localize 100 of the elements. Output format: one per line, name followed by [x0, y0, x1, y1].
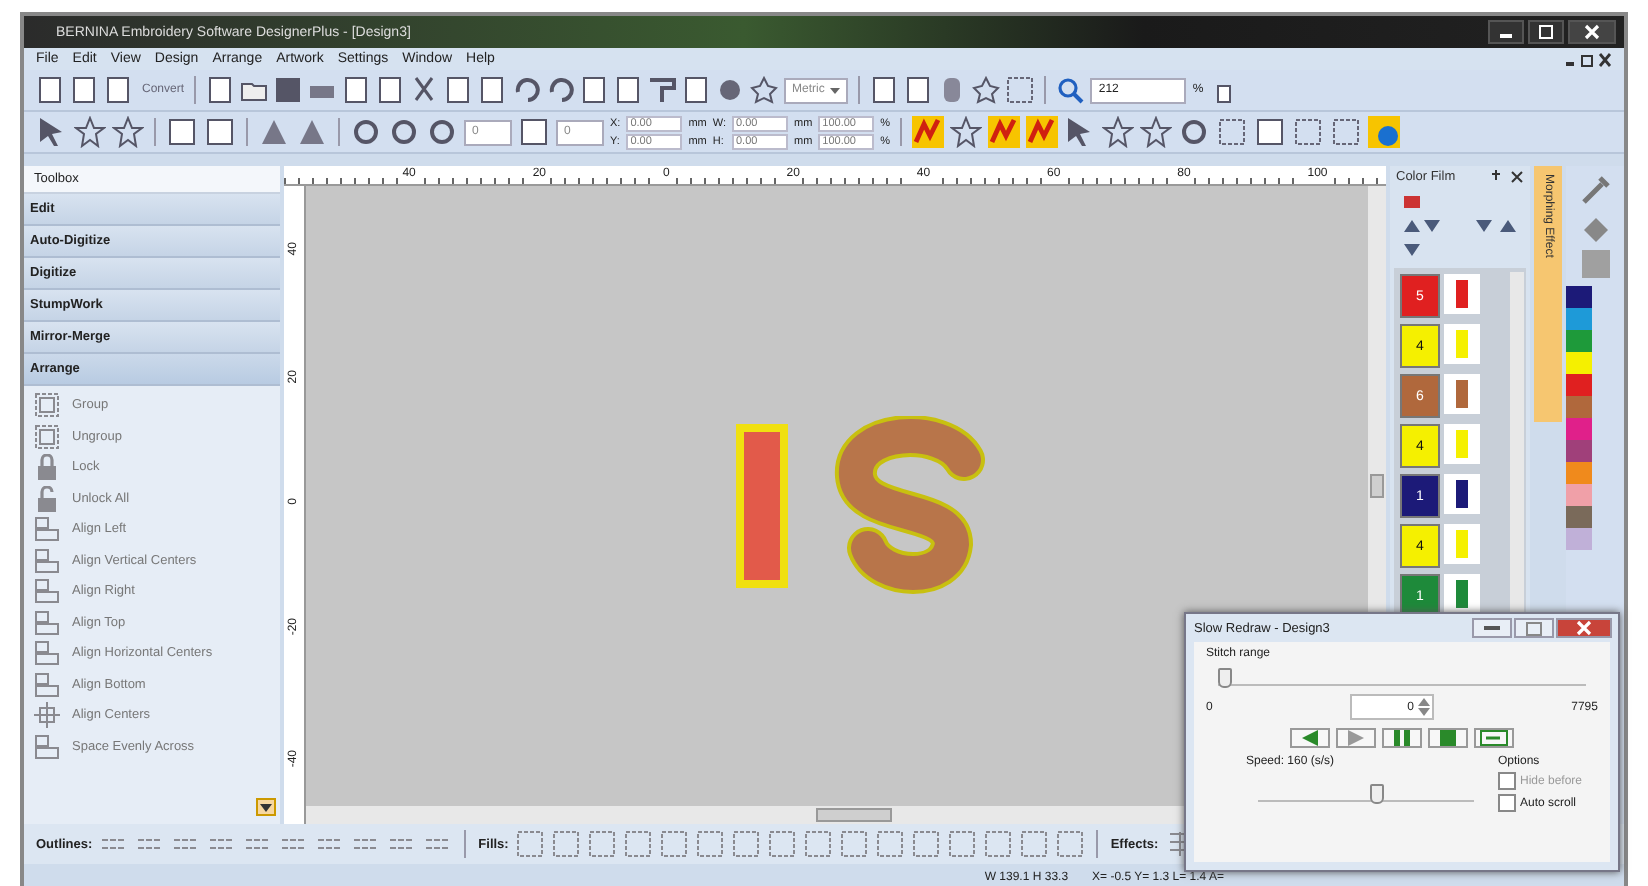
- redraw-all-button[interactable]: [1474, 728, 1514, 748]
- fill-pattern-icon[interactable]: [624, 830, 653, 858]
- page-icon[interactable]: [682, 76, 711, 104]
- palette-color[interactable]: [1566, 374, 1592, 396]
- circle-icon[interactable]: [1178, 116, 1211, 148]
- palette-color[interactable]: [1566, 286, 1592, 308]
- page-icon[interactable]: [614, 76, 643, 104]
- redo-icon[interactable]: [546, 76, 575, 104]
- fill-pattern-icon[interactable]: [1056, 830, 1085, 858]
- outline-style-icon[interactable]: [136, 834, 165, 854]
- page-icon[interactable]: [580, 76, 609, 104]
- play-button[interactable]: [1336, 728, 1376, 748]
- page-icon[interactable]: [1254, 116, 1287, 148]
- page-icon[interactable]: [904, 76, 933, 104]
- fill-pattern-icon[interactable]: [840, 830, 869, 858]
- star-icon[interactable]: [1140, 116, 1173, 148]
- grid-icon[interactable]: [1330, 116, 1363, 148]
- undo-icon[interactable]: [512, 76, 541, 104]
- outline-style-icon[interactable]: [352, 834, 381, 854]
- page-icon[interactable]: [518, 116, 550, 148]
- palette-color[interactable]: [1566, 440, 1592, 462]
- page-icon[interactable]: [70, 76, 98, 104]
- spinner-arrows-icon[interactable]: [1417, 698, 1430, 716]
- object-thumbnail[interactable]: [1444, 374, 1480, 414]
- grid-icon[interactable]: [1292, 116, 1325, 148]
- triangle-icon[interactable]: [296, 116, 328, 148]
- palette-color[interactable]: [1566, 330, 1592, 352]
- maximize-button[interactable]: [1528, 20, 1564, 44]
- object-thumbnail[interactable]: [1444, 424, 1480, 464]
- grid-icon[interactable]: [1006, 76, 1035, 104]
- triangle-icon[interactable]: [258, 116, 290, 148]
- page-icon[interactable]: [204, 116, 236, 148]
- palette-color[interactable]: [1566, 528, 1592, 550]
- outline-style-icon[interactable]: [172, 834, 201, 854]
- star-icon[interactable]: [112, 116, 144, 148]
- grid-icon[interactable]: [1216, 116, 1249, 148]
- page-icon[interactable]: [444, 76, 473, 104]
- slider-thumb[interactable]: [1369, 784, 1384, 804]
- palette-color[interactable]: [1566, 396, 1592, 418]
- close-button[interactable]: [1568, 20, 1616, 44]
- stitch-range-slider[interactable]: [1218, 668, 1586, 686]
- object-thumbnail[interactable]: [1444, 524, 1480, 564]
- pause-button[interactable]: [1382, 728, 1422, 748]
- palette-color[interactable]: [1566, 308, 1592, 330]
- fill-pattern-icon[interactable]: [804, 830, 833, 858]
- fill-pattern-icon[interactable]: [516, 830, 545, 858]
- outline-style-icon[interactable]: [208, 834, 237, 854]
- slider-thumb[interactable]: [1218, 668, 1232, 688]
- page-icon[interactable]: [870, 76, 899, 104]
- star-icon[interactable]: [972, 76, 1001, 104]
- palette-color[interactable]: [1566, 484, 1592, 506]
- speed-slider[interactable]: [1258, 784, 1474, 802]
- stop-button[interactable]: [1428, 728, 1468, 748]
- close-button[interactable]: [1556, 618, 1612, 638]
- fill-pattern-icon[interactable]: [912, 830, 941, 858]
- palette-color[interactable]: [1566, 462, 1592, 484]
- star-icon[interactable]: [74, 116, 106, 148]
- circle-icon[interactable]: [388, 116, 420, 148]
- object-thumbnail[interactable]: [1444, 474, 1480, 514]
- page-icon[interactable]: [478, 76, 507, 104]
- design-canvas[interactable]: [306, 186, 1368, 824]
- palette-color[interactable]: [1566, 418, 1592, 440]
- outline-style-icon[interactable]: [424, 834, 453, 854]
- palette-color[interactable]: [1566, 506, 1592, 528]
- minimize-button[interactable]: [1472, 618, 1512, 638]
- search-icon[interactable]: [1056, 76, 1085, 104]
- fill-pattern-icon[interactable]: [876, 830, 905, 858]
- fill-pattern-icon[interactable]: [984, 830, 1013, 858]
- page-icon[interactable]: [206, 76, 235, 104]
- outline-style-icon[interactable]: [280, 834, 309, 854]
- palette-color[interactable]: [1566, 352, 1592, 374]
- fill-pattern-icon[interactable]: [732, 830, 761, 858]
- circle-icon[interactable]: [350, 116, 382, 148]
- page-icon[interactable]: [376, 76, 405, 104]
- outline-style-icon[interactable]: [316, 834, 345, 854]
- fill-pattern-icon[interactable]: [948, 830, 977, 858]
- object-thumbnail[interactable]: [1444, 274, 1480, 314]
- page-icon[interactable]: [166, 116, 198, 148]
- star-icon[interactable]: [1102, 116, 1135, 148]
- star-icon[interactable]: [950, 116, 983, 148]
- fill-pattern-icon[interactable]: [660, 830, 689, 858]
- outline-style-icon[interactable]: [100, 834, 129, 854]
- minimize-button[interactable]: [1488, 20, 1524, 44]
- page-icon[interactable]: [36, 76, 64, 104]
- fill-pattern-icon[interactable]: [1020, 830, 1049, 858]
- object-thumbnail[interactable]: [1444, 574, 1480, 614]
- fill-pattern-icon[interactable]: [588, 830, 617, 858]
- page-icon[interactable]: [104, 76, 132, 104]
- object-thumbnail[interactable]: [1444, 324, 1480, 364]
- fill-pattern-icon[interactable]: [696, 830, 725, 858]
- outline-style-icon[interactable]: [388, 834, 417, 854]
- current-color-swatch[interactable]: [1581, 250, 1609, 278]
- scroll-down-button[interactable]: [256, 798, 276, 816]
- eyedropper-icon[interactable]: [1579, 174, 1611, 206]
- panel-pin-close-icon[interactable]: [1492, 170, 1524, 184]
- checkbox[interactable]: [1498, 794, 1516, 812]
- fill-pattern-icon[interactable]: [768, 830, 797, 858]
- document-window-controls-icon[interactable]: [1564, 51, 1612, 67]
- fill-pattern-icon[interactable]: [552, 830, 581, 858]
- outline-style-icon[interactable]: [244, 834, 273, 854]
